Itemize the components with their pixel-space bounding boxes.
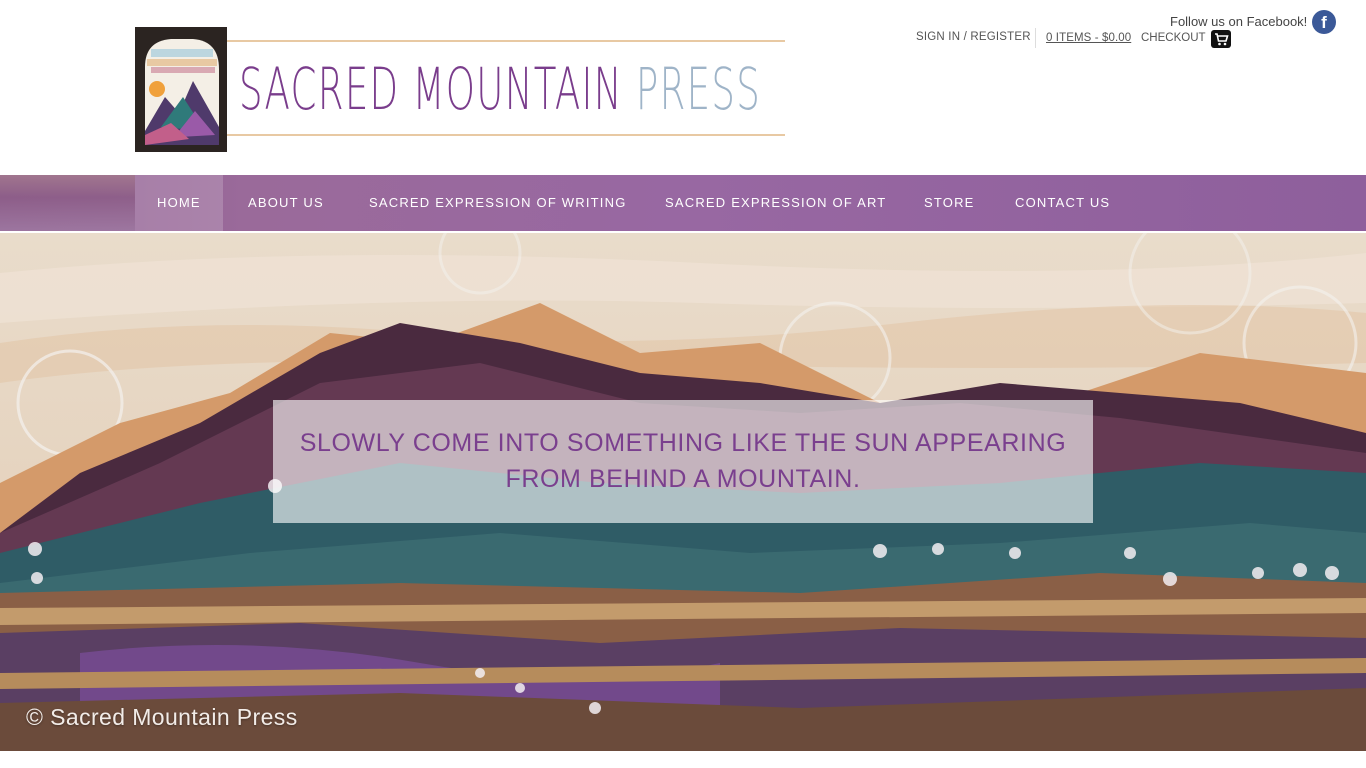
sign-in-register-link[interactable]: SIGN IN / REGISTER [916,31,1031,43]
site-logo[interactable]: SACRED MOUNTAIN PRESS [135,27,785,152]
nav-item-home[interactable]: HOME [135,175,223,231]
header-divider [1035,28,1036,48]
logo-mountain-art [135,27,227,152]
copyright-notice: © Sacred Mountain Press [26,704,298,730]
logo-bottom-rule [227,134,785,136]
facebook-follow-text: Follow us on Facebook! [1170,14,1308,29]
nav-item-store[interactable]: STORE [902,175,997,231]
hero-quote-box: SLOWLY COME INTO SOMETHING LIKE THE SUN … [273,400,1093,523]
facebook-icon[interactable]: f [1312,10,1336,34]
nav-item-sacred-expression-of-art[interactable]: SACRED EXPRESSION OF ART [643,175,908,231]
page: SACRED MOUNTAIN PRESS Follow us on Faceb… [0,0,1366,768]
checkout-link[interactable]: CHECKOUT [1141,32,1206,44]
nav-item-about-us[interactable]: ABOUT US [226,175,346,231]
logo-top-rule [227,40,785,42]
nav-item-sacred-expression-of-writing[interactable]: SACRED EXPRESSION OF WRITING [347,175,649,231]
main-nav: HOME ABOUT US SACRED EXPRESSION OF WRITI… [0,175,1366,231]
logo-title-main: SACRED MOUNTAIN [239,55,623,123]
hero-quote: SLOWLY COME INTO SOMETHING LIKE THE SUN … [299,429,1067,493]
shopping-cart-icon[interactable] [1211,30,1231,48]
logo-title-press: PRESS [635,55,762,123]
cart-summary-link[interactable]: 0 ITEMS - $0.00 [1046,32,1131,44]
nav-item-contact-us[interactable]: CONTACT US [993,175,1132,231]
logo-wordmark: SACRED MOUNTAIN PRESS [239,49,761,129]
